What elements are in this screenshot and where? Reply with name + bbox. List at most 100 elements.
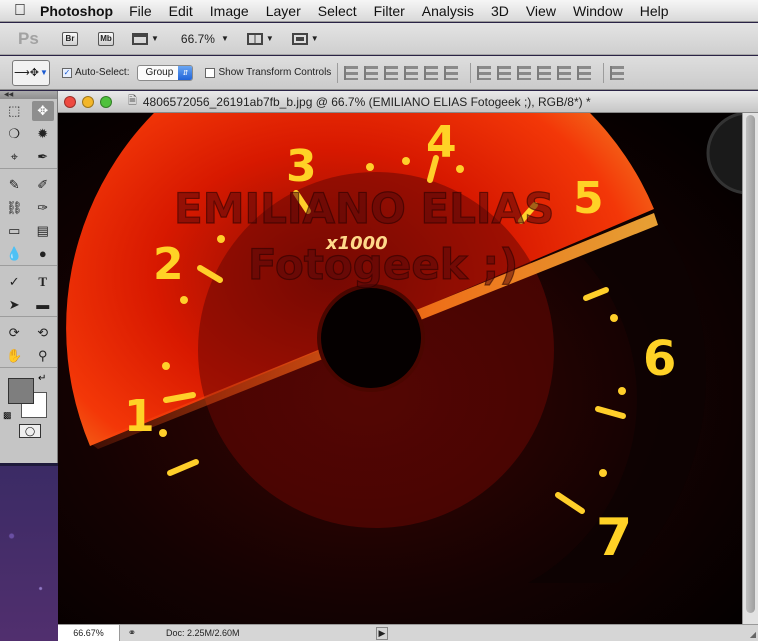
vertical-scrollbar[interactable] xyxy=(742,113,758,624)
brush-tool-icon[interactable]: ✐ xyxy=(32,175,54,195)
distribute-right-icon[interactable] xyxy=(577,65,592,80)
minimize-window-button[interactable] xyxy=(82,95,94,108)
swap-colors-icon[interactable]: ↵ xyxy=(38,373,46,384)
menu-select[interactable]: Select xyxy=(318,3,357,19)
menu-view[interactable]: View xyxy=(526,3,556,19)
align-vcenter-icon[interactable] xyxy=(364,65,379,80)
view-extras-button[interactable]: ▼ xyxy=(132,32,159,45)
eyedropper-tool-icon[interactable]: ✒ xyxy=(32,147,54,167)
show-transform-checkbox[interactable] xyxy=(205,67,216,78)
resize-grip-icon[interactable]: ◢ xyxy=(750,630,756,639)
path-selection-tool-icon[interactable]: ➤ xyxy=(3,295,25,315)
distribute-hcenter-icon[interactable] xyxy=(557,65,572,80)
move-tool-icon: ⟶✥ xyxy=(14,67,40,79)
3d-orbit-tool-icon[interactable]: ⟲ xyxy=(32,323,54,343)
3d-rotate-tool-icon[interactable]: ⟳ xyxy=(3,323,25,343)
menu-layer[interactable]: Layer xyxy=(266,3,301,19)
healing-brush-tool-icon[interactable]: ✎ xyxy=(3,175,25,195)
gradient-tool-icon[interactable]: ▤ xyxy=(32,221,54,241)
chevron-down-icon[interactable]: ▼ xyxy=(221,34,229,43)
photoshop-logo: Ps xyxy=(18,28,39,48)
marquee-tool-icon[interactable]: ⬚ xyxy=(3,101,25,121)
tool-preset-picker[interactable]: ⟶✥ ▼ xyxy=(12,59,50,86)
align-hcenter-icon[interactable] xyxy=(424,65,439,80)
hand-tool-icon[interactable]: ✋ xyxy=(3,346,25,366)
zoom-tool-icon[interactable]: ⚲ xyxy=(32,346,54,366)
auto-align-layers-icon[interactable] xyxy=(610,65,625,80)
arrange-documents-button[interactable]: ▼ xyxy=(246,32,274,45)
distribute-top-icon[interactable] xyxy=(477,65,492,80)
watermark-line-1: EMILIANO ELIAS xyxy=(174,184,554,233)
gauge-needle-hub xyxy=(317,284,425,392)
move-tool-icon[interactable]: ✥ xyxy=(31,100,54,121)
chevron-down-icon: ▼ xyxy=(151,34,159,43)
screen-mode-button[interactable]: ▼ xyxy=(291,32,319,45)
distribute-left-icon[interactable] xyxy=(537,65,552,80)
rectangle-tool-icon[interactable]: ▬ xyxy=(32,295,54,315)
desktop-left-area: ◀◀ ⬚ ✥ ❍ ✹ ⌖ ✒ ✎ ✐ ⛓ ✑ ▭ ▤ 💧 ● ✓ T ➤ ▬ ⟳ ⟲ ✋ ⚲ ↵ ▩ … xyxy=(0,91,58,641)
gauge-number-5: 5 xyxy=(573,173,604,224)
vertical-scroll-thumb[interactable] xyxy=(746,115,755,613)
show-transform-label: Show Transform Controls xyxy=(218,67,332,78)
arrange-documents-icon xyxy=(246,32,263,45)
chevron-down-icon: ▼ xyxy=(265,34,274,43)
gauge-number-4: 4 xyxy=(426,117,457,168)
document-icon: 🗎 xyxy=(128,95,137,107)
lasso-tool-icon[interactable]: ❍ xyxy=(3,124,25,144)
status-settings-icon[interactable]: ⚭ xyxy=(124,628,140,639)
document-title-bar: 🗎 4806572056_26191ab7fb_b.jpg @ 66.7% (E… xyxy=(58,91,758,113)
chevron-updown-icon: ⇵ xyxy=(178,65,193,80)
align-left-icon[interactable] xyxy=(404,65,419,80)
divider xyxy=(603,62,605,83)
photo-tachometer: 1 2 3 4 5 6 7 x1000 EMILIANO ELIAS Fotog… xyxy=(58,113,742,624)
document-canvas[interactable]: 1 2 3 4 5 6 7 x1000 EMILIANO ELIAS Fotog… xyxy=(58,113,742,624)
align-right-icon[interactable] xyxy=(444,65,459,80)
menu-3d[interactable]: 3D xyxy=(491,3,509,19)
menu-edit[interactable]: Edit xyxy=(169,3,193,19)
close-window-button[interactable] xyxy=(64,95,76,108)
tools-panel-grip[interactable]: ◀◀ xyxy=(0,91,57,99)
quick-mask-button[interactable]: ◯ xyxy=(19,424,41,438)
history-brush-tool-icon[interactable]: ✑ xyxy=(32,198,54,218)
menu-analysis[interactable]: Analysis xyxy=(422,3,474,19)
menu-app-name[interactable]: Photoshop xyxy=(40,3,113,19)
gauge-number-7: 7 xyxy=(596,508,632,568)
clone-stamp-tool-icon[interactable]: ⛓ xyxy=(3,198,25,218)
auto-select-target-select[interactable]: Group ⇵ xyxy=(137,64,194,81)
quick-selection-tool-icon[interactable]: ✹ xyxy=(32,124,54,144)
crop-tool-icon[interactable]: ⌖ xyxy=(3,147,25,167)
blur-tool-icon[interactable]: 💧 xyxy=(3,244,25,264)
menu-help[interactable]: Help xyxy=(640,3,669,19)
menu-window[interactable]: Window xyxy=(573,3,623,19)
apple-icon[interactable]:  xyxy=(0,2,40,20)
status-menu-button[interactable]: ▶ xyxy=(376,626,388,640)
auto-select-target-value: Group xyxy=(145,67,174,78)
distribute-vcenter-icon[interactable] xyxy=(497,65,512,80)
auto-select-checkbox[interactable]: ✓ xyxy=(62,67,72,78)
default-colors-icon[interactable]: ▩ xyxy=(3,410,12,421)
zoom-window-button[interactable] xyxy=(100,95,112,108)
align-top-icon[interactable] xyxy=(344,65,359,80)
color-swatches: ↵ ▩ ◯ xyxy=(0,372,57,438)
mini-bridge-button[interactable]: Mb xyxy=(98,31,114,46)
dodge-tool-icon[interactable]: ● xyxy=(32,244,54,264)
menu-image[interactable]: Image xyxy=(210,3,249,19)
bridge-button[interactable]: Br xyxy=(62,31,78,46)
distribute-bottom-icon[interactable] xyxy=(517,65,532,80)
type-tool-icon[interactable]: T xyxy=(32,272,54,292)
application-bar: Ps Br Mb ▼ 66.7% ▼ ▼ ▼ xyxy=(0,23,758,55)
menu-filter[interactable]: Filter xyxy=(374,3,405,19)
zoom-level-select[interactable]: 66.7% xyxy=(181,32,215,46)
eraser-tool-icon[interactable]: ▭ xyxy=(3,221,25,241)
align-bottom-icon[interactable] xyxy=(384,65,399,80)
document-info: Doc: 2.25M/2.60M xyxy=(166,628,240,638)
menu-file[interactable]: File xyxy=(129,3,152,19)
tools-panel: ◀◀ ⬚ ✥ ❍ ✹ ⌖ ✒ ✎ ✐ ⛓ ✑ ▭ ▤ 💧 ● ✓ T ➤ ▬ ⟳ ⟲ ✋ ⚲ ↵ ▩ … xyxy=(0,91,58,463)
desktop-wallpaper xyxy=(0,466,58,641)
view-extras-icon xyxy=(132,32,148,45)
pen-tool-icon[interactable]: ✓ xyxy=(3,272,25,292)
gauge-number-6: 6 xyxy=(643,331,676,387)
zoom-field[interactable]: 66.67% xyxy=(58,624,120,641)
foreground-color-swatch[interactable] xyxy=(8,378,34,404)
document-title: 4806572056_26191ab7fb_b.jpg @ 66.7% (EMI… xyxy=(142,94,591,109)
